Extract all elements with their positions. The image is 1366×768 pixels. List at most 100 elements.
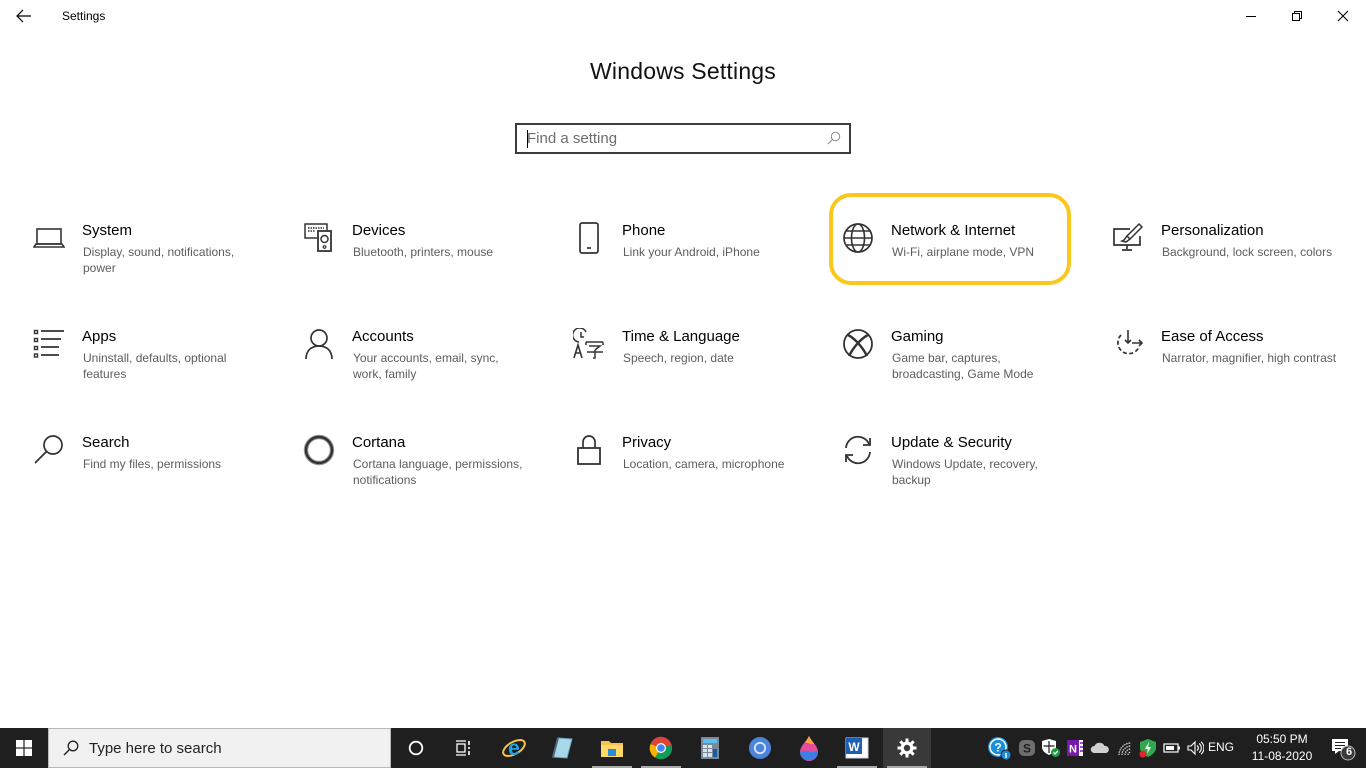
- tile-description: Your accounts, email, sync, work, family: [353, 351, 499, 381]
- taskbar-search-box[interactable]: Type here to search: [48, 728, 391, 768]
- tile-title: Network & Internet: [891, 222, 1016, 239]
- find-setting-search[interactable]: [515, 123, 851, 154]
- tray-battery[interactable]: [1160, 728, 1184, 768]
- tile-title: Ease of Access: [1161, 328, 1264, 345]
- close-icon: [1337, 10, 1349, 22]
- tray-onenote[interactable]: N: [1064, 728, 1086, 768]
- minimize-button[interactable]: [1228, 0, 1274, 32]
- paintbrush-monitor-icon: [1111, 221, 1145, 255]
- tile-description: Wi-Fi, airplane mode, VPN: [892, 245, 1035, 259]
- magnifier-icon: [32, 433, 66, 467]
- tile-title: Devices: [352, 222, 406, 239]
- phone-icon: [572, 221, 606, 255]
- tile-title: System: [82, 222, 133, 239]
- tile-privacy[interactable]: Privacy Location, camera, microphone: [572, 433, 822, 503]
- tile-description: Narrator, magnifier, high contrast: [1162, 351, 1337, 365]
- page-title: Windows Settings: [590, 58, 776, 84]
- taskbar-file-explorer[interactable]: [588, 728, 636, 768]
- tile-search[interactable]: Search Find my files, permissions: [32, 433, 282, 503]
- tile-personalization[interactable]: Personalization Background, lock screen,…: [1111, 221, 1361, 291]
- tile-ease-of-access[interactable]: Ease of Access Narrator, magnifier, high…: [1111, 327, 1361, 397]
- taskbar-search-placeholder: Type here to search: [89, 739, 222, 757]
- taskbar-chrome[interactable]: [637, 728, 685, 768]
- action-center-button[interactable]: 6: [1320, 728, 1366, 768]
- tile-cortana[interactable]: Cortana Cortana language, permissions, n…: [302, 433, 552, 503]
- taskbar: Type here to search e W ? S N ENG 05:50 …: [0, 728, 1366, 768]
- battery-icon: [1163, 743, 1180, 753]
- sync-arrows-icon: [841, 433, 875, 467]
- laptop-icon: [32, 221, 66, 255]
- tray-security-status[interactable]: [1136, 728, 1160, 768]
- chromium-icon: [749, 737, 771, 759]
- taskbar-cortana[interactable]: [392, 728, 440, 768]
- tile-gaming[interactable]: Gaming Game bar, captures, broadcasting,…: [841, 327, 1091, 397]
- clock[interactable]: 05:50 PM 11-08-2020: [1244, 731, 1320, 765]
- tile-title: Search: [82, 434, 130, 451]
- taskbar-internet-explorer[interactable]: e: [490, 728, 538, 768]
- time-language-icon: [572, 327, 606, 361]
- tile-apps[interactable]: Apps Uninstall, defaults, optional featu…: [32, 327, 282, 397]
- tray-wifi[interactable]: [1114, 728, 1136, 768]
- xbox-icon: [841, 327, 875, 361]
- tile-title: Cortana: [352, 434, 406, 451]
- start-button[interactable]: [0, 728, 48, 768]
- search-icon[interactable]: [827, 131, 841, 145]
- text-caret: [527, 130, 528, 148]
- tile-title: Phone: [622, 222, 666, 239]
- find-setting-input[interactable]: [517, 125, 813, 152]
- taskbar-task-view[interactable]: [440, 728, 488, 768]
- onedrive-icon: [1090, 742, 1109, 753]
- tile-time-language[interactable]: Time & Language Speech, region, date: [572, 327, 822, 397]
- tile-update-security[interactable]: Update & Security Windows Update, recove…: [841, 433, 1091, 503]
- tile-title: Accounts: [352, 328, 414, 345]
- tile-title: Apps: [82, 328, 117, 345]
- tile-devices[interactable]: Devices Bluetooth, printers, mouse: [302, 221, 552, 291]
- arrow-left-icon: [16, 9, 31, 23]
- minimize-icon: [1246, 16, 1256, 17]
- taskbar-notepad[interactable]: [538, 728, 586, 768]
- ease-of-access-icon: [1111, 327, 1145, 361]
- taskbar-settings[interactable]: [883, 728, 931, 768]
- calculator-icon: [701, 737, 719, 759]
- tile-description: Speech, region, date: [623, 351, 734, 365]
- help-icon: ?: [988, 737, 1011, 760]
- tile-title: Gaming: [891, 328, 944, 345]
- tray-skype[interactable]: S: [1016, 728, 1038, 768]
- svg-text:W: W: [848, 740, 860, 754]
- tile-title: Personalization: [1161, 222, 1264, 239]
- input-language[interactable]: ENG: [1208, 740, 1234, 754]
- tile-network-internet[interactable]: Network & Internet Wi-Fi, airplane mode,…: [841, 221, 1091, 291]
- tile-phone[interactable]: Phone Link your Android, iPhone: [572, 221, 822, 291]
- lock-icon: [572, 433, 606, 467]
- tile-description: Display, sound, notifications, power: [83, 245, 235, 275]
- tile-description: Cortana language, permissions, notificat…: [353, 457, 523, 487]
- taskbar-chromium[interactable]: [736, 728, 784, 768]
- taskbar-word[interactable]: W: [833, 728, 881, 768]
- svg-text:N: N: [1069, 744, 1077, 756]
- taskbar-calculator[interactable]: [686, 728, 734, 768]
- folder-icon: [601, 741, 623, 757]
- cortana-ring-icon: [302, 433, 336, 467]
- tray-volume[interactable]: [1184, 728, 1206, 768]
- restore-icon: [1292, 11, 1302, 21]
- tile-description: Find my files, permissions: [83, 457, 222, 471]
- onenote-icon: N: [1067, 740, 1083, 756]
- tile-description: Windows Update, recovery, backup: [892, 457, 1038, 487]
- paint3d-icon: [800, 736, 819, 761]
- tray-onedrive[interactable]: [1088, 728, 1112, 768]
- defender-icon: [1042, 739, 1060, 757]
- back-button[interactable]: [0, 0, 48, 32]
- tray-defender[interactable]: [1040, 728, 1062, 768]
- tray-help[interactable]: ?: [986, 728, 1012, 768]
- tile-accounts[interactable]: Accounts Your accounts, email, sync, wor…: [302, 327, 552, 397]
- person-icon: [302, 327, 336, 361]
- svg-text:?: ?: [994, 741, 1001, 755]
- apps-list-icon: [32, 327, 66, 361]
- restore-button[interactable]: [1274, 0, 1320, 32]
- close-button[interactable]: [1320, 0, 1366, 32]
- tile-title: Update & Security: [891, 434, 1012, 451]
- svg-text:S: S: [1023, 742, 1031, 756]
- tile-system[interactable]: System Display, sound, notifications, po…: [32, 221, 282, 291]
- taskbar-paint-3d[interactable]: [785, 728, 833, 768]
- svg-text:e: e: [508, 737, 520, 760]
